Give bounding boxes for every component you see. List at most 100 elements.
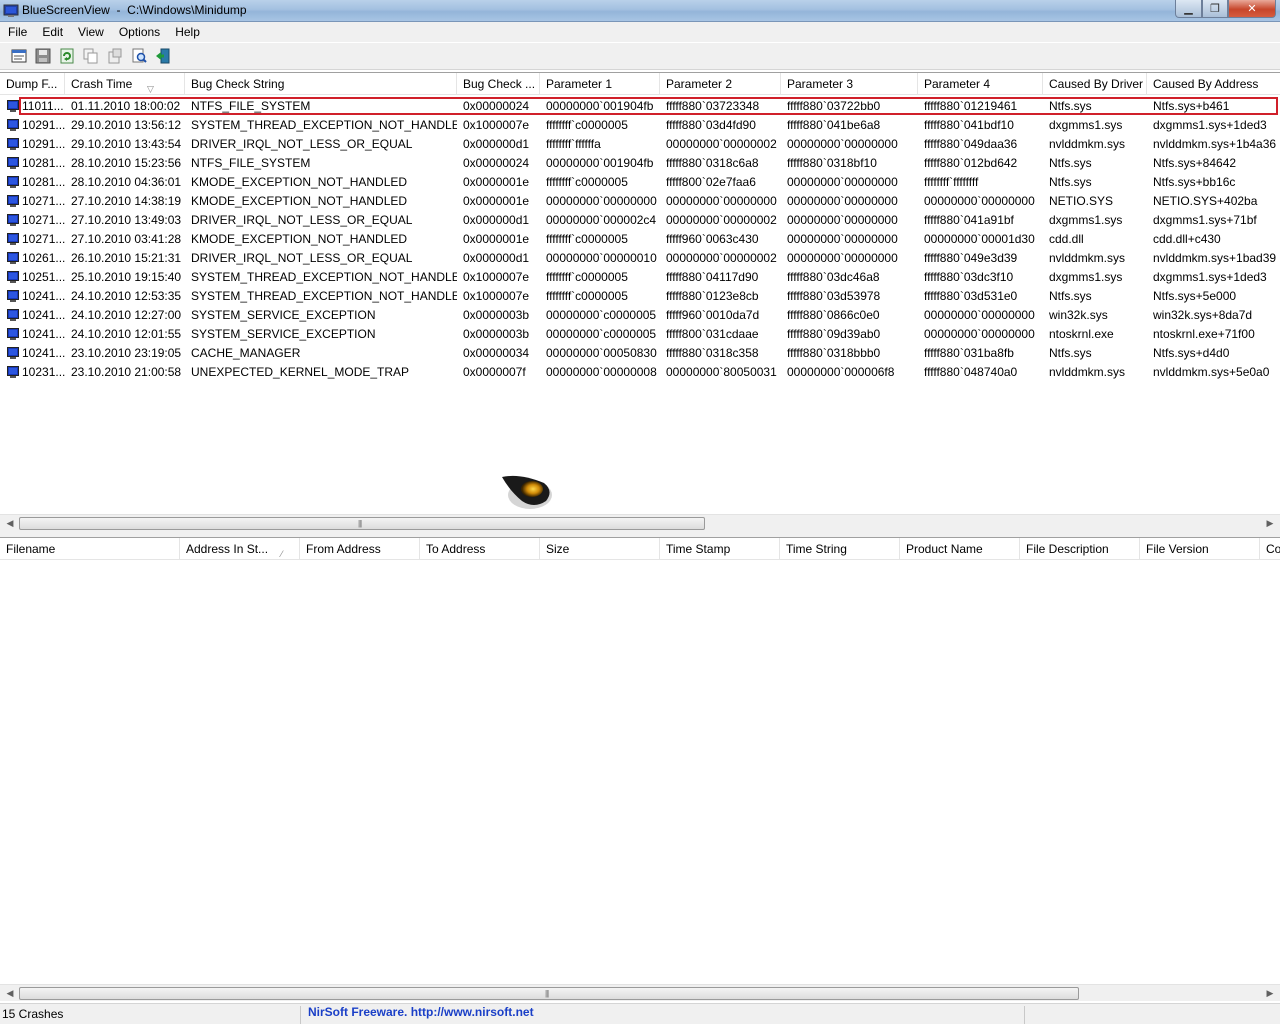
table-row[interactable]: 10291... 29.10.2010 13:43:54 DRIVER_IRQL_N… [0, 135, 1280, 154]
col-size[interactable]: Size [540, 538, 660, 560]
menu-view[interactable]: View [70, 22, 111, 42]
cell-bug-check-code: 0x0000001e [463, 175, 530, 189]
cell-parameter-2: fffff880`04117d90 [666, 270, 759, 284]
col-address-in-stack[interactable]: Address In St... ⁄ [180, 538, 300, 560]
find-icon [132, 48, 147, 63]
col-to-address[interactable]: To Address [420, 538, 540, 560]
table-row[interactable]: 10291... 29.10.2010 13:56:12 SYSTEM_THREAD… [0, 116, 1280, 135]
pane-splitter[interactable] [0, 530, 1280, 537]
scroll-right-icon[interactable]: ▶ [1262, 517, 1278, 530]
cell-caused-by-address: cdd.dll+c430 [1153, 232, 1221, 246]
cell-dump-file: 10241... [22, 308, 66, 322]
cell-parameter-1: 00000000`00050830 [546, 346, 657, 360]
exit-button[interactable] [152, 45, 174, 67]
cell-crash-time: 29.10.2010 13:56:12 [71, 118, 182, 132]
col-crash-time[interactable]: Crash Time ▽ [65, 73, 185, 95]
table-row[interactable]: 10281... 28.10.2010 04:36:01 KMODE_EXCEPTI… [0, 173, 1280, 192]
close-button[interactable]: ✕ [1228, 0, 1276, 18]
cell-parameter-3: 00000000`00000000 [787, 213, 898, 227]
cell-bug-check-string: SYSTEM_THREAD_EXCEPTION_NOT_HANDLED [191, 289, 457, 303]
refresh-button[interactable] [56, 45, 78, 67]
col-file-version[interactable]: File Version [1140, 538, 1260, 560]
cell-caused-by-address: dxgmms1.sys+71bf [1153, 213, 1257, 227]
col-bug-check-string[interactable]: Bug Check String [185, 73, 457, 95]
table-row[interactable]: 10231... 23.10.2010 21:00:58 UNEXPECTED_KE… [0, 363, 1280, 382]
table-row[interactable]: 10251... 25.10.2010 19:15:40 SYSTEM_THREAD… [0, 268, 1280, 287]
cell-crash-time: 24.10.2010 12:53:35 [71, 289, 182, 303]
table-row[interactable]: 10261... 26.10.2010 15:21:31 DRIVER_IRQL_N… [0, 249, 1280, 268]
menu-options[interactable]: Options [111, 22, 167, 42]
menu-bar: File Edit View Options Help [0, 22, 1280, 42]
maximize-button[interactable]: ❐ [1202, 0, 1228, 18]
table-row[interactable]: 10271... 27.10.2010 03:41:28 KMODE_EXCEPTI… [0, 230, 1280, 249]
nirsoft-link[interactable]: NirSoft Freeware. http://www.nirsoft.net [308, 1005, 534, 1019]
cell-dump-file: 10241... [22, 327, 66, 341]
col-from-address[interactable]: From Address [300, 538, 420, 560]
col-company[interactable]: Co [1260, 538, 1280, 560]
bluescreen-icon [7, 157, 19, 169]
cell-parameter-2: 00000000`00000000 [666, 194, 777, 208]
cell-parameter-2: fffff960`0010da7d [666, 308, 760, 322]
find-button[interactable] [128, 45, 150, 67]
driver-list[interactable]: Filename Address In St... ⁄ From Address … [0, 537, 1280, 1002]
col-product-name[interactable]: Product Name [900, 538, 1020, 560]
maximize-icon: ❐ [1210, 3, 1220, 15]
col-time-stamp[interactable]: Time Stamp [660, 538, 780, 560]
copy-button[interactable] [80, 45, 102, 67]
menu-edit[interactable]: Edit [34, 22, 70, 42]
cell-parameter-3: 00000000`00000000 [787, 232, 898, 246]
cell-parameter-4: fffff880`012bd642 [924, 156, 1018, 170]
cell-caused-by-address: NETIO.SYS+402ba [1153, 194, 1258, 208]
col-file-description[interactable]: File Description [1020, 538, 1140, 560]
col-filename[interactable]: Filename [0, 538, 180, 560]
minimize-button[interactable]: ▁ [1175, 0, 1202, 18]
col-parameter-3[interactable]: Parameter 3 [781, 73, 918, 95]
cell-bug-check-string: SYSTEM_SERVICE_EXCEPTION [191, 327, 376, 341]
table-row[interactable]: 10281... 28.10.2010 15:23:56 NTFS_FILE_SYS… [0, 154, 1280, 173]
col-time-string[interactable]: Time String [780, 538, 900, 560]
cell-caused-by-address: win32k.sys+8da7d [1153, 308, 1253, 322]
menu-file[interactable]: File [0, 22, 34, 42]
cell-parameter-2: fffff880`03723348 [666, 99, 760, 113]
cell-parameter-4: 00000000`00000000 [924, 327, 1035, 341]
cell-parameter-1: 00000000`00000010 [546, 251, 657, 265]
cell-bug-check-string: KMODE_EXCEPTION_NOT_HANDLED [191, 232, 408, 246]
col-parameter-4[interactable]: Parameter 4 [918, 73, 1043, 95]
save-button[interactable] [32, 45, 54, 67]
scroll-right-icon[interactable]: ▶ [1262, 987, 1278, 1000]
table-row[interactable]: 10241... 23.10.2010 23:19:05 CACHE_MANAGER… [0, 344, 1280, 363]
cell-caused-by-address: Ntfs.sys+b461 [1153, 99, 1230, 113]
cell-parameter-4: fffff880`049daa36 [924, 137, 1018, 151]
menu-help[interactable]: Help [167, 22, 207, 42]
col-caused-by-address[interactable]: Caused By Address [1147, 73, 1280, 95]
table-row[interactable]: 10271... 27.10.2010 14:38:19 KMODE_EXCEPTI… [0, 192, 1280, 211]
close-icon: ✕ [1247, 3, 1257, 15]
crash-list[interactable]: Dump F... Crash Time ▽ Bug Check String B… [0, 72, 1280, 530]
cell-parameter-3: fffff880`0318bbb0 [787, 346, 881, 360]
table-row[interactable]: 10241... 24.10.2010 12:27:00 SYSTEM_SERVIC… [0, 306, 1280, 325]
scrollbar-thumb[interactable]: ||| [19, 517, 705, 530]
table-row[interactable]: 10241... 24.10.2010 12:53:35 SYSTEM_THREAD… [0, 287, 1280, 306]
driver-list-hscrollbar[interactable]: ◀ ||| ▶ [0, 984, 1280, 1001]
col-caused-by-driver[interactable]: Caused By Driver [1043, 73, 1147, 95]
scroll-left-icon[interactable]: ◀ [2, 987, 18, 1000]
refresh-icon [60, 48, 74, 64]
col-bug-check-code[interactable]: Bug Check ... [457, 73, 540, 95]
properties-button[interactable] [8, 45, 30, 67]
cell-parameter-2: fffff880`03d4fd90 [666, 118, 756, 132]
col-parameter-1[interactable]: Parameter 1 [540, 73, 660, 95]
scroll-left-icon[interactable]: ◀ [2, 517, 18, 530]
cell-parameter-1: 00000000`c0000005 [546, 308, 657, 322]
html-report-button[interactable] [104, 45, 126, 67]
cell-caused-by-driver: Ntfs.sys [1049, 289, 1092, 303]
minimize-icon: ▁ [1184, 3, 1193, 15]
col-parameter-2[interactable]: Parameter 2 [660, 73, 781, 95]
crash-list-hscrollbar[interactable]: ◀ ||| ▶ [0, 514, 1280, 530]
scrollbar-thumb[interactable]: ||| [19, 987, 1079, 1000]
table-row[interactable]: 11011... 01.11.2010 18:00:02 NTFS_FILE_SYS… [0, 97, 1280, 116]
bluescreen-icon [7, 347, 19, 359]
table-row[interactable]: 10271... 27.10.2010 13:49:03 DRIVER_IRQL_N… [0, 211, 1280, 230]
table-row[interactable]: 10241... 24.10.2010 12:01:55 SYSTEM_SERVIC… [0, 325, 1280, 344]
grip-icon: ||| [358, 519, 362, 528]
col-dump-file[interactable]: Dump F... [0, 73, 65, 95]
